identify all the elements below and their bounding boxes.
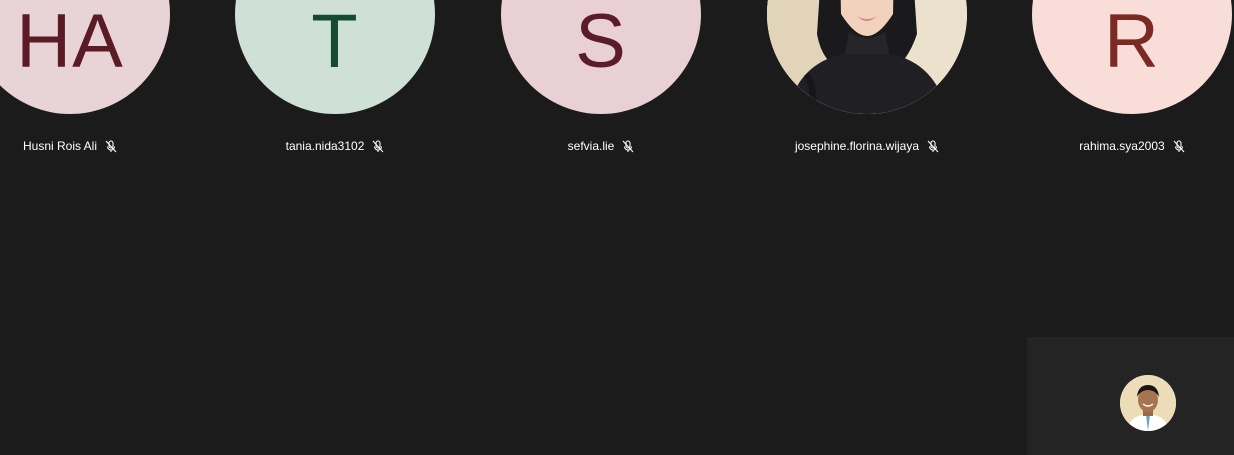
participant-avatar: R [1032, 0, 1232, 114]
self-view-tile[interactable] [1027, 337, 1234, 455]
participant-name: tania.nida3102 [285, 139, 365, 153]
participant-tile-husni[interactable]: HA Husni Rois Ali [0, 0, 170, 160]
mic-off-icon [372, 139, 384, 153]
participant-tile-sefvia[interactable]: S sefvia.lie [501, 0, 701, 160]
participant-label: sefvia.lie [461, 138, 741, 154]
participant-avatar: S [501, 0, 701, 114]
participant-tile-josephine[interactable]: josephine.florina.wijaya [767, 0, 967, 160]
participant-name: rahima.sya2003 [1079, 139, 1165, 153]
participant-label: rahima.sya2003 [992, 138, 1234, 154]
participant-label: tania.nida3102 [195, 138, 475, 154]
mic-off-icon [105, 139, 117, 153]
participant-name: sefvia.lie [567, 139, 615, 153]
meeting-stage: HA Husni Rois Ali T tania.nida3102 S sef… [0, 0, 1234, 455]
participant-tile-tania[interactable]: T tania.nida3102 [235, 0, 435, 160]
participant-label: Husni Rois Ali [0, 138, 210, 154]
participant-avatar: HA [0, 0, 170, 114]
participant-photo [767, 0, 967, 114]
participant-tile-rahima[interactable]: R rahima.sya2003 [1032, 0, 1232, 160]
avatar-initials: HA [16, 0, 124, 84]
mic-off-icon [927, 139, 939, 153]
participant-avatar: T [235, 0, 435, 114]
participant-label: josephine.florina.wijaya [727, 138, 1007, 154]
avatar-initials: S [575, 0, 627, 84]
mic-off-icon [622, 139, 634, 153]
person-photo-icon [1120, 375, 1176, 431]
self-avatar-photo [1120, 375, 1176, 431]
participant-name: Husni Rois Ali [22, 139, 98, 153]
avatar-initials: T [311, 0, 359, 84]
mic-off-icon [1173, 139, 1185, 153]
avatar-initials: R [1104, 0, 1160, 84]
participant-name: josephine.florina.wijaya [794, 139, 920, 153]
person-photo-icon [767, 0, 967, 114]
